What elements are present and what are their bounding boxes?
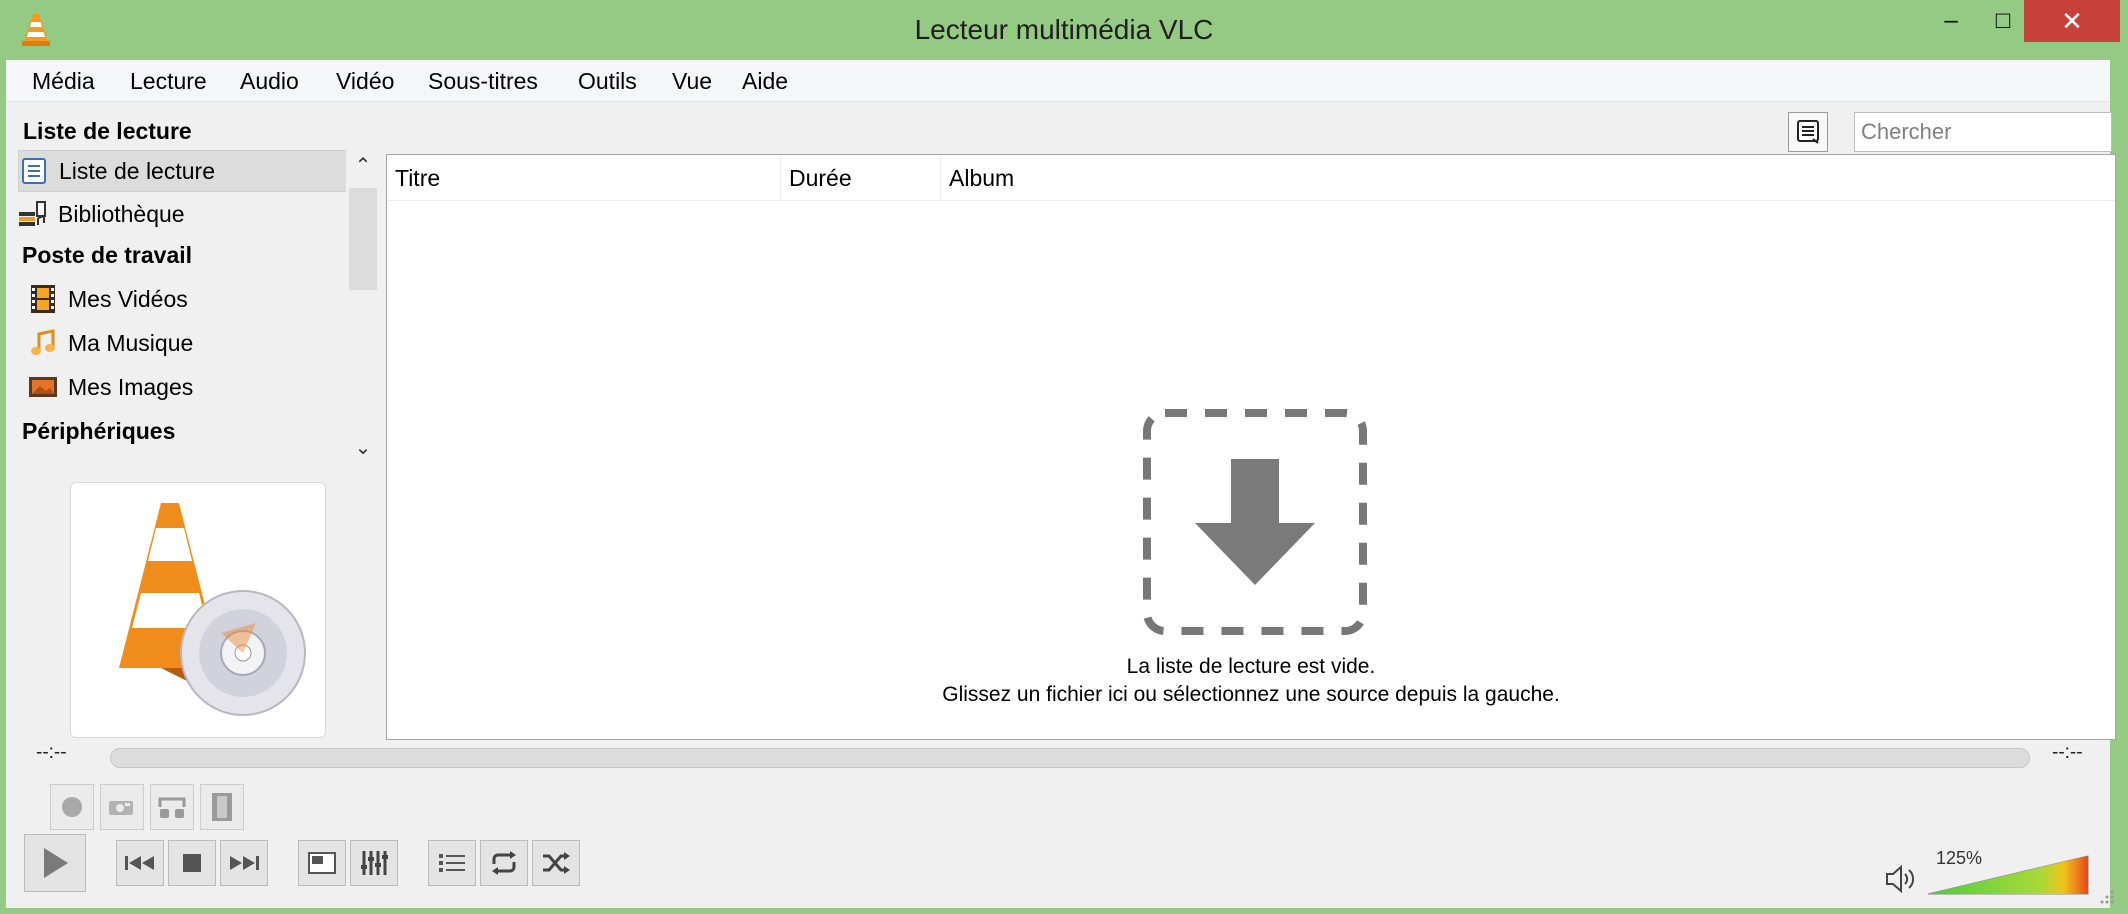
sidebar-item-label: Bibliothèque (58, 200, 185, 227)
stop-button[interactable] (168, 840, 216, 886)
chevron-down-icon[interactable]: ⌄ (346, 432, 380, 462)
fullscreen-icon (308, 852, 336, 874)
section-heading-poste-de-travail: Poste de travail (22, 242, 193, 268)
main-area: Liste de lecture Liste de lecture Biblio… (6, 102, 2116, 908)
ab-loop-button[interactable] (150, 784, 194, 830)
resize-grip-icon[interactable] (2100, 890, 2114, 904)
section-heading-peripheriques: Périphériques (22, 418, 176, 444)
empty-playlist-hint: Glissez un fichier ici ou sélectionnez u… (942, 683, 1560, 706)
scrollbar-thumb[interactable] (349, 188, 377, 290)
volume-percent-label: 125% (1936, 848, 1983, 868)
close-button[interactable]: ✕ (2024, 0, 2120, 42)
snapshot-button[interactable] (100, 784, 144, 830)
album-art (70, 482, 326, 738)
playlist-view-toggle-button[interactable] (1788, 112, 1828, 152)
list-view-icon (1797, 120, 1819, 144)
menu-sous-titres[interactable]: Sous-titres (428, 68, 538, 95)
ab-loop-icon (158, 797, 186, 818)
menu-vue[interactable]: Vue (672, 68, 712, 95)
playlist-header: Titre Durée Album (387, 155, 2115, 201)
sidebar-item-mes-images[interactable]: Mes Images (28, 366, 346, 408)
equalizer-icon (361, 851, 388, 875)
vlc-cone-artwork-icon (119, 503, 306, 716)
extended-settings-button[interactable] (350, 840, 398, 886)
next-icon (230, 856, 259, 870)
library-icon (18, 199, 48, 229)
vlc-window: Lecteur multimédia VLC – □ ✕ Média Lectu… (0, 0, 2128, 914)
menu-media[interactable]: Média (32, 68, 95, 95)
menu-video[interactable]: Vidéo (336, 68, 394, 95)
column-header-album[interactable]: Album (941, 155, 1241, 201)
empty-playlist-message: La liste de lecture est vide. (1126, 655, 1376, 678)
shuffle-button[interactable] (532, 840, 580, 886)
playlist-panel[interactable]: Titre Durée Album La liste de lecture es… (386, 154, 2116, 740)
shuffle-icon (543, 852, 570, 874)
next-button[interactable] (220, 840, 268, 886)
music-note-icon (28, 328, 58, 358)
record-button[interactable] (50, 784, 94, 830)
sidebar-list: Liste de lecture Bibliothèque Poste de t… (18, 150, 346, 464)
speaker-icon[interactable] (1884, 864, 1916, 894)
previous-icon (125, 856, 154, 870)
play-icon (44, 848, 68, 878)
record-icon (62, 797, 82, 817)
stop-icon (183, 854, 201, 872)
sidebar-item-playlist[interactable]: Liste de lecture (18, 150, 346, 192)
loop-button[interactable] (480, 840, 528, 886)
sidebar-scrollbar[interactable]: ⌃ ⌄ (346, 150, 380, 462)
search-input[interactable] (1854, 112, 2112, 152)
sidebar-item-label: Ma Musique (68, 329, 194, 356)
drop-here-icon (1143, 409, 1367, 635)
playlist-list-icon (439, 854, 465, 872)
sidebar-item-label: Liste de lecture (59, 157, 215, 184)
play-button[interactable] (24, 834, 86, 892)
frame-by-frame-button[interactable] (200, 784, 244, 830)
menu-bar: Média Lecture Audio Vidéo Sous-titres Ou… (6, 60, 2110, 102)
film-icon (28, 284, 58, 314)
maximize-button[interactable]: □ (1982, 0, 2024, 42)
title-bar[interactable]: Lecteur multimédia VLC – □ ✕ (0, 0, 2128, 60)
menu-audio[interactable]: Audio (240, 68, 299, 95)
playlist-button[interactable] (428, 840, 476, 886)
chevron-up-icon[interactable]: ⌃ (346, 150, 380, 180)
previous-button[interactable] (116, 840, 164, 886)
menu-lecture[interactable]: Lecture (130, 68, 207, 95)
sidebar-item-label: Mes Images (68, 373, 194, 400)
film-frame-icon (212, 793, 232, 821)
loop-icon (492, 851, 516, 875)
seek-slider[interactable] (110, 748, 2030, 768)
column-header-duree[interactable]: Durée (781, 155, 941, 201)
menu-outils[interactable]: Outils (578, 68, 637, 95)
minimize-button[interactable]: – (1920, 0, 1982, 42)
sidebar-item-library[interactable]: Bibliothèque (18, 193, 346, 235)
sidebar-item-mes-videos[interactable]: Mes Vidéos (28, 278, 346, 320)
elapsed-time: --:-- (36, 742, 67, 763)
column-header-titre[interactable]: Titre (387, 155, 781, 201)
window-title: Lecteur multimédia VLC (914, 14, 1214, 45)
sidebar-title: Liste de lecture (23, 118, 192, 144)
picture-icon (28, 372, 58, 402)
fullscreen-button[interactable] (298, 840, 346, 886)
camera-icon (109, 801, 133, 815)
sidebar-item-ma-musique[interactable]: Ma Musique (28, 322, 346, 364)
menu-aide[interactable]: Aide (742, 68, 788, 95)
sidebar-item-label: Mes Vidéos (68, 285, 188, 312)
remaining-time[interactable]: --:-- (2052, 742, 2083, 764)
playlist-icon (19, 156, 49, 186)
